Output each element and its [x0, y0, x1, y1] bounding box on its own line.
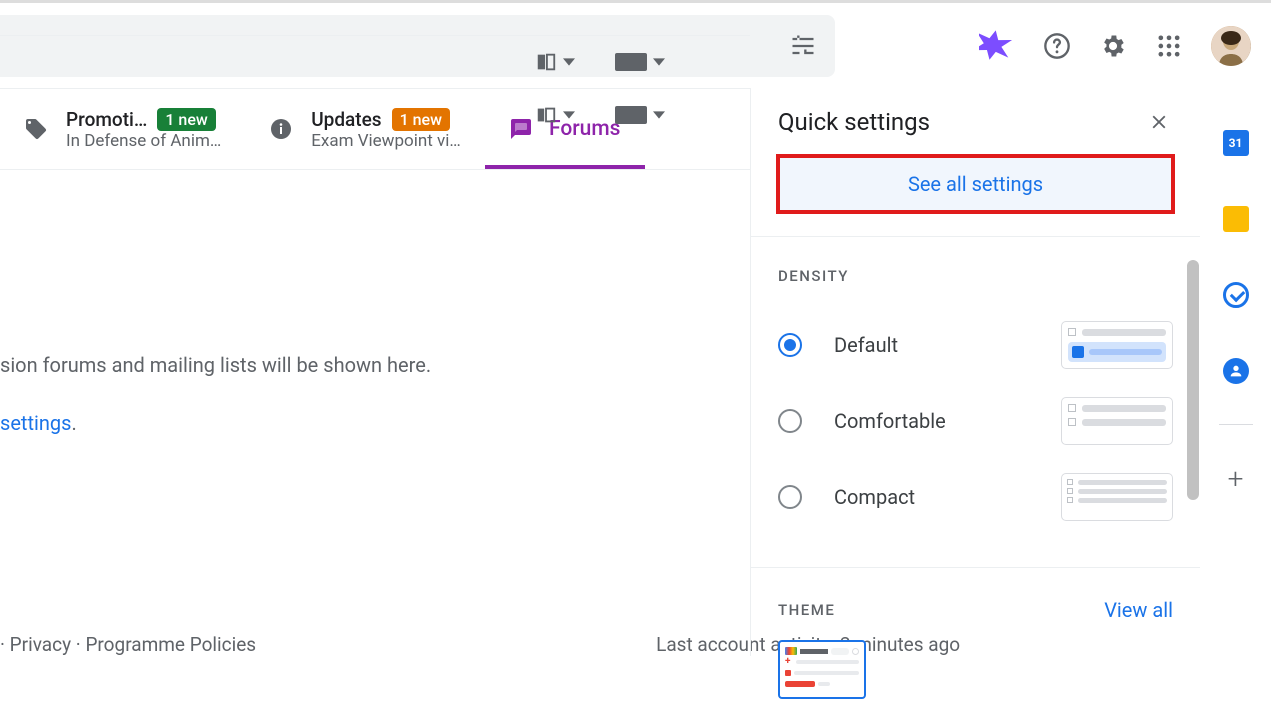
help-icon[interactable] [1043, 32, 1071, 60]
main-body: Promoti… 1 new In Defense of Anim… Updat… [0, 88, 1271, 656]
close-icon[interactable] [1148, 111, 1170, 133]
density-preview [1061, 397, 1173, 445]
account-avatar[interactable] [1211, 26, 1251, 66]
section-title: THEME [778, 601, 835, 619]
gear-icon[interactable] [1099, 32, 1127, 60]
side-panel-rail: 31 + [1200, 88, 1270, 656]
scrollbar[interactable] [1187, 260, 1199, 500]
density-option-default[interactable]: Default [778, 307, 1173, 383]
tasks-app-icon[interactable] [1223, 282, 1249, 308]
density-label: Comfortable [834, 409, 946, 433]
keyboard-icon [615, 53, 647, 71]
chevron-down-icon [653, 56, 665, 68]
chevron-down-icon [563, 56, 575, 68]
settings-link[interactable]: settings [0, 411, 71, 435]
quick-settings-header: Quick settings [751, 108, 1200, 154]
density-preview [1061, 321, 1173, 369]
chevron-down-icon [563, 109, 575, 121]
view-all-link[interactable]: View all [1104, 598, 1173, 622]
period: . [71, 411, 76, 435]
divider [1219, 424, 1253, 425]
density-label: Default [834, 333, 898, 357]
density-option-comfortable[interactable]: Comfortable [778, 383, 1173, 459]
split-pane-button[interactable] [535, 104, 575, 126]
see-all-settings-button[interactable]: See all settings [776, 154, 1175, 214]
theme-thumbnail-selected[interactable]: + [778, 640, 866, 699]
empty-state-text: sion forums and mailing lists will be sh… [0, 353, 750, 377]
split-pane-button[interactable] [535, 51, 575, 73]
chevron-down-icon [653, 109, 665, 121]
apps-grid-icon[interactable] [1155, 32, 1183, 60]
quick-settings-panel: Quick settings See all settings DENSITY … [750, 88, 1200, 656]
toolbar-actual [0, 88, 750, 141]
keep-app-icon[interactable] [1223, 206, 1249, 232]
empty-state-text-2: settings. [0, 411, 750, 435]
contacts-app-icon[interactable] [1223, 358, 1249, 384]
radio [778, 485, 802, 509]
quick-settings-title: Quick settings [778, 108, 930, 136]
content-column: Promoti… 1 new In Defense of Anim… Updat… [0, 88, 750, 656]
calendar-app-icon[interactable]: 31 [1223, 130, 1249, 156]
toolbar [0, 35, 750, 88]
gemini-icon[interactable] [979, 28, 1015, 64]
density-label: Compact [834, 485, 915, 509]
header-icons [979, 26, 1251, 66]
input-tools-button[interactable] [615, 106, 665, 124]
section-title: DENSITY [778, 267, 1173, 285]
footer-links[interactable]: · Privacy · Programme Policies [0, 633, 256, 656]
keyboard-icon [615, 106, 647, 124]
calendar-day: 31 [1229, 136, 1243, 150]
radio-selected [778, 333, 802, 357]
see-all-settings-label: See all settings [908, 172, 1043, 196]
input-tools-button[interactable] [615, 53, 665, 71]
density-section: DENSITY Default Comfortable [751, 236, 1200, 545]
density-option-compact[interactable]: Compact [778, 459, 1173, 535]
radio [778, 409, 802, 433]
density-preview [1061, 473, 1173, 521]
search-options-icon[interactable] [789, 32, 817, 60]
theme-section: THEME View all + [751, 567, 1200, 709]
add-app-button[interactable]: + [1223, 465, 1249, 491]
